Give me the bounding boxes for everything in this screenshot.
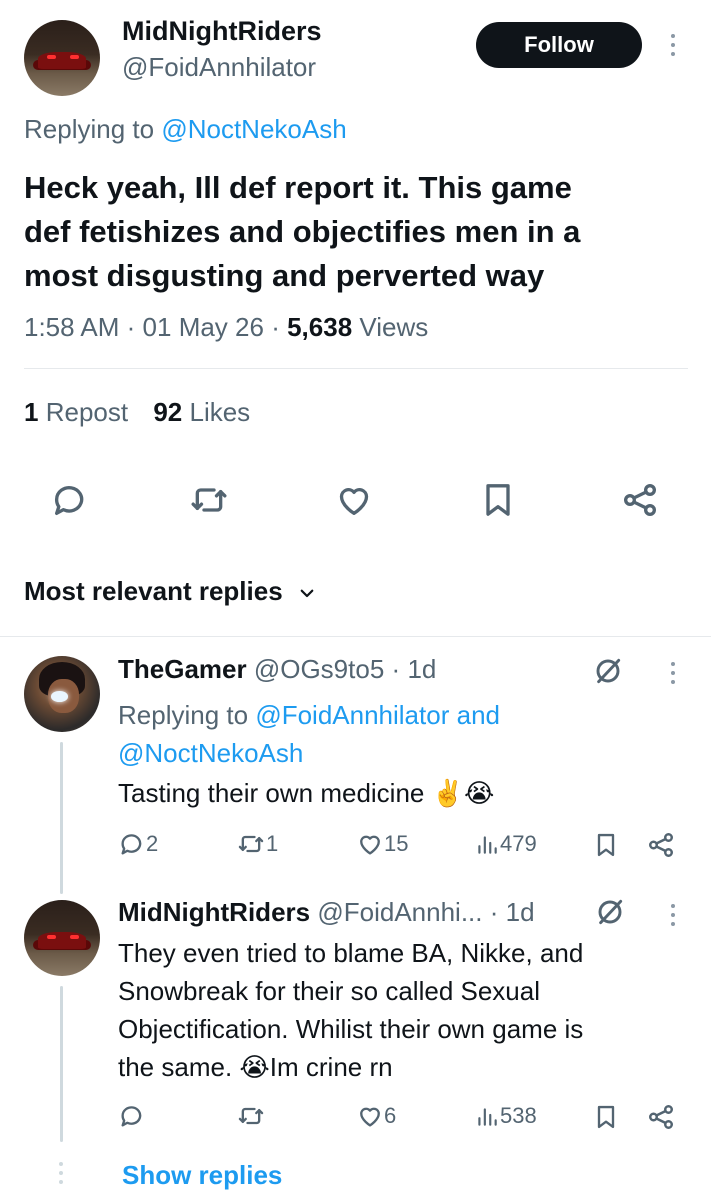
repost-icon[interactable] bbox=[188, 480, 230, 520]
avatar[interactable] bbox=[24, 20, 100, 96]
thread-line bbox=[60, 986, 63, 1142]
author-handle[interactable]: @FoidAnnhilator bbox=[122, 52, 316, 83]
like-icon bbox=[356, 830, 384, 858]
views-icon bbox=[474, 830, 500, 858]
engagement-stats: 1 Repost 92 Likes bbox=[24, 397, 250, 428]
tweet-text: Heck yeah, Ill def report it. This game … bbox=[24, 166, 694, 298]
views-button[interactable]: 538 bbox=[474, 1102, 537, 1130]
reply-count: 2 bbox=[146, 831, 159, 857]
repost-icon bbox=[236, 830, 266, 858]
reply-text: Tasting their own medicine ✌️😭 bbox=[118, 778, 495, 808]
reply-header: TheGamer @OGs9to5 · 1d bbox=[118, 654, 436, 685]
views-count: 538 bbox=[500, 1103, 537, 1129]
views-label: Views bbox=[359, 312, 429, 342]
more-icon[interactable] bbox=[670, 904, 676, 931]
like-icon[interactable] bbox=[334, 480, 374, 520]
share-icon[interactable] bbox=[646, 1102, 676, 1132]
replies-sort-label: Most relevant replies bbox=[24, 576, 283, 606]
reply-display-name[interactable]: TheGamer bbox=[118, 654, 247, 684]
reply-handle[interactable]: @OGs9to5 bbox=[254, 654, 384, 684]
separator-dot: · bbox=[489, 897, 499, 927]
views-button[interactable]: 479 bbox=[474, 830, 537, 858]
reply-header: MidNightRiders @FoidAnnhi... · 1d bbox=[118, 897, 535, 928]
like-count: 15 bbox=[384, 831, 409, 857]
reply-icon bbox=[118, 1102, 146, 1130]
chevron-down-icon bbox=[298, 578, 316, 609]
views-icon bbox=[474, 1102, 500, 1130]
likes-stat[interactable]: 92 Likes bbox=[153, 397, 250, 427]
separator-dot: · bbox=[271, 312, 280, 342]
replying-to: Replying to @NoctNekoAsh bbox=[24, 114, 347, 145]
reply-button[interactable]: 2 bbox=[118, 830, 158, 858]
reply-handle[interactable]: @FoidAnnhi... bbox=[317, 897, 482, 927]
repost-button[interactable] bbox=[236, 1102, 266, 1130]
replying-to-link[interactable]: @FoidAnnhilator bbox=[255, 700, 449, 730]
like-count: 6 bbox=[384, 1103, 397, 1129]
tweet-date[interactable]: 01 May 26 bbox=[143, 312, 264, 342]
show-replies-link[interactable]: Show replies bbox=[122, 1160, 282, 1191]
repost-icon bbox=[236, 1102, 266, 1130]
repost-stat[interactable]: 1 Repost bbox=[24, 397, 135, 427]
tweet-text-line: def fetishizes and objectifies men in a bbox=[24, 214, 581, 249]
divider bbox=[24, 368, 688, 369]
likes-label: Likes bbox=[189, 397, 251, 427]
share-icon[interactable] bbox=[620, 480, 660, 520]
avatar[interactable] bbox=[24, 656, 100, 732]
more-icon[interactable] bbox=[670, 662, 676, 689]
like-button[interactable]: 6 bbox=[356, 1102, 396, 1130]
like-icon bbox=[356, 1102, 384, 1130]
follow-button[interactable]: Follow bbox=[476, 22, 642, 68]
more-icon[interactable] bbox=[670, 34, 676, 61]
share-icon[interactable] bbox=[646, 830, 676, 860]
bookmark-icon[interactable] bbox=[592, 1102, 620, 1132]
replying-to-link[interactable]: @NoctNekoAsh bbox=[118, 738, 303, 768]
reply-text-line: the same. 😭Im crine rn bbox=[118, 1052, 393, 1082]
like-button[interactable]: 15 bbox=[356, 830, 408, 858]
repost-count: 1 bbox=[266, 831, 279, 857]
replying-prefix: Replying to bbox=[118, 700, 249, 730]
reply-actions: 6 538 bbox=[118, 1102, 678, 1134]
thread-dots bbox=[59, 1162, 63, 1184]
reply-text-line: Objectification. Whilist their own game … bbox=[118, 1014, 584, 1044]
views-count: 479 bbox=[500, 831, 537, 857]
repost-count: 1 bbox=[24, 397, 39, 427]
repost-label: Repost bbox=[45, 397, 129, 427]
tweet-text-line: most disgusting and perverted way bbox=[24, 258, 545, 293]
views-count: 5,638 bbox=[287, 312, 353, 342]
reply-age[interactable]: 1d bbox=[506, 897, 535, 927]
reply-text-line: Snowbreak for their so called Sexual bbox=[118, 976, 541, 1006]
replies-sort-header[interactable]: Most relevant replies bbox=[24, 576, 316, 609]
bookmark-icon[interactable] bbox=[592, 830, 620, 860]
likes-count: 92 bbox=[153, 397, 183, 427]
grok-icon[interactable] bbox=[592, 655, 624, 687]
replying-and: and bbox=[456, 700, 500, 730]
reply-icon[interactable] bbox=[50, 480, 90, 520]
replying-to-link[interactable]: @NoctNekoAsh bbox=[161, 114, 346, 144]
tweet-text-line: Heck yeah, Ill def report it. This game bbox=[24, 170, 572, 205]
separator-dot: · bbox=[391, 654, 401, 684]
divider bbox=[0, 636, 711, 637]
thread-line bbox=[60, 742, 63, 894]
repost-button[interactable]: 1 bbox=[236, 830, 278, 858]
separator-dot: · bbox=[126, 312, 136, 342]
grok-icon[interactable] bbox=[594, 896, 626, 928]
reply-text-line: They even tried to blame BA, Nikke, and bbox=[118, 938, 584, 968]
reply-text: They even tried to blame BA, Nikke, and … bbox=[118, 934, 688, 1086]
replying-prefix: Replying to bbox=[24, 114, 155, 144]
tweet-time[interactable]: 1:58 AM bbox=[24, 312, 119, 342]
bookmark-icon[interactable] bbox=[478, 480, 518, 520]
avatar[interactable] bbox=[24, 900, 100, 976]
reply-icon bbox=[118, 830, 146, 858]
reply-replying-to: Replying to @FoidAnnhilator and @NoctNek… bbox=[118, 696, 678, 772]
reply-actions: 2 1 15 479 bbox=[118, 830, 678, 862]
reply-display-name[interactable]: MidNightRiders bbox=[118, 897, 310, 927]
author-display-name[interactable]: MidNightRiders bbox=[122, 16, 322, 47]
tweet-meta: 1:58 AM · 01 May 26 · 5,638 Views bbox=[24, 312, 428, 343]
reply-button[interactable] bbox=[118, 1102, 146, 1130]
reply-age[interactable]: 1d bbox=[407, 654, 436, 684]
